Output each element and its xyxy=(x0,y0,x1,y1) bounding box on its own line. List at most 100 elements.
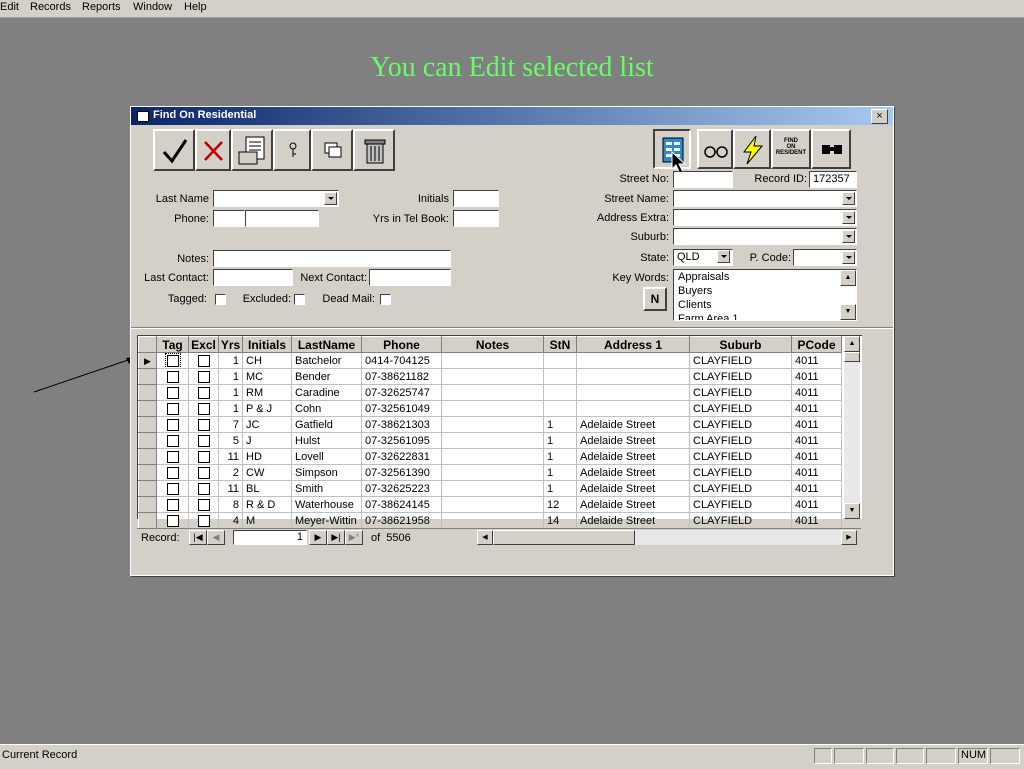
scroll-down-icon[interactable]: ▼ xyxy=(840,304,856,320)
cell-phone[interactable]: 07-38621958 xyxy=(361,512,442,529)
cell-suburb[interactable]: CLAYFIELD xyxy=(689,512,792,529)
pcode-field[interactable] xyxy=(793,249,857,266)
row-selector[interactable] xyxy=(138,464,157,481)
cell-stn[interactable]: 12 xyxy=(543,496,577,513)
cell-initials[interactable]: M xyxy=(242,512,292,529)
column-header-lastname[interactable]: LastName xyxy=(291,336,362,353)
scroll-up-icon[interactable]: ▲ xyxy=(840,270,856,286)
key-words-list[interactable]: Appraisals Buyers Clients Farm Area 1 ▲ … xyxy=(673,269,857,321)
cell-initials[interactable]: J xyxy=(242,432,292,449)
cell-excl[interactable] xyxy=(188,512,219,529)
cell-pcode[interactable]: 4011 xyxy=(791,512,842,529)
column-header-excl[interactable]: Excl xyxy=(188,336,219,353)
cell-phone[interactable]: 07-32622831 xyxy=(361,448,442,465)
tag-checkbox[interactable] xyxy=(166,466,179,479)
tag-checkbox[interactable] xyxy=(166,402,179,415)
street-name-field[interactable] xyxy=(673,190,857,207)
column-header-yrs[interactable]: Yrs xyxy=(218,336,243,353)
row-selector[interactable] xyxy=(138,368,157,385)
cell-tag[interactable] xyxy=(156,464,189,481)
cell-initials[interactable]: R & D xyxy=(242,496,292,513)
cell-notes[interactable] xyxy=(441,416,544,433)
column-header-notes[interactable]: Notes xyxy=(441,336,544,353)
chevron-down-icon[interactable] xyxy=(842,251,855,264)
scroll-thumb[interactable] xyxy=(844,352,860,362)
phone-area-field[interactable] xyxy=(213,210,245,227)
cell-initials[interactable]: RM xyxy=(242,384,292,401)
cell-stn[interactable]: 1 xyxy=(543,416,577,433)
row-selector[interactable] xyxy=(138,480,157,497)
yrs-in-tel-book-field[interactable] xyxy=(453,210,499,227)
cell-notes[interactable] xyxy=(441,432,544,449)
cell-pcode[interactable]: 4011 xyxy=(791,368,842,385)
copy-button[interactable] xyxy=(311,129,353,171)
cell-phone[interactable]: 07-32561049 xyxy=(361,400,442,417)
cell-excl[interactable] xyxy=(188,464,219,481)
cell-yrs[interactable]: 1 xyxy=(218,384,243,401)
cell-notes[interactable] xyxy=(441,464,544,481)
cell-pcode[interactable]: 4011 xyxy=(791,416,842,433)
cell-pcode[interactable]: 4011 xyxy=(791,384,842,401)
excl-checkbox[interactable] xyxy=(197,498,210,511)
cell-suburb[interactable]: CLAYFIELD xyxy=(689,384,792,401)
tag-checkbox[interactable] xyxy=(166,514,179,527)
chevron-down-icon[interactable] xyxy=(842,211,855,224)
next-contact-field[interactable] xyxy=(369,269,451,286)
row-selector[interactable] xyxy=(138,416,157,433)
cell-excl[interactable] xyxy=(188,448,219,465)
cell-lastname[interactable]: Simpson xyxy=(291,464,362,481)
table-row[interactable]: 4 M Meyer-Wittin 07-38621958 14 Adelaide Stre… xyxy=(138,512,842,529)
cell-notes[interactable] xyxy=(441,512,544,529)
cell-tag[interactable] xyxy=(156,368,189,385)
column-header-stn[interactable]: StN xyxy=(543,336,577,353)
tag-checkbox[interactable] xyxy=(166,482,179,495)
menu-window[interactable]: Window xyxy=(133,1,172,13)
row-selector[interactable] xyxy=(138,384,157,401)
cell-tag[interactable] xyxy=(156,496,189,513)
cell-excl[interactable] xyxy=(188,368,219,385)
cell-pcode[interactable]: 4011 xyxy=(791,464,842,481)
last-record-icon[interactable]: ▶| xyxy=(327,530,345,545)
cell-excl[interactable] xyxy=(188,400,219,417)
cell-yrs[interactable]: 11 xyxy=(218,480,243,497)
record-id-field[interactable]: 172357 xyxy=(809,171,857,188)
cell-tag[interactable] xyxy=(156,416,189,433)
cell-initials[interactable]: CW xyxy=(242,464,292,481)
menu-edit[interactable]: Edit xyxy=(0,1,19,13)
first-record-icon[interactable]: |◀ xyxy=(189,530,207,545)
cell-phone[interactable]: 07-32625747 xyxy=(361,384,442,401)
help-button[interactable] xyxy=(273,129,311,171)
cell-address-1[interactable]: Adelaide Street xyxy=(576,432,690,449)
list-item[interactable]: Appraisals xyxy=(674,270,856,284)
cell-address-1[interactable]: Adelaide Street xyxy=(576,448,690,465)
excl-checkbox[interactable] xyxy=(197,418,210,431)
row-selector[interactable] xyxy=(138,448,157,465)
cell-notes[interactable] xyxy=(441,496,544,513)
cell-yrs[interactable]: 5 xyxy=(218,432,243,449)
cell-initials[interactable]: BL xyxy=(242,480,292,497)
cell-stn[interactable] xyxy=(543,352,577,369)
cell-suburb[interactable]: CLAYFIELD xyxy=(689,416,792,433)
grid-vertical-scrollbar[interactable]: ▲ ▼ xyxy=(844,336,860,519)
cell-notes[interactable] xyxy=(441,400,544,417)
row-selector[interactable] xyxy=(138,496,157,513)
list-item[interactable]: Clients xyxy=(674,298,856,312)
cell-tag[interactable] xyxy=(156,512,189,529)
cell-tag[interactable] xyxy=(156,352,189,369)
cell-lastname[interactable]: Waterhouse xyxy=(291,496,362,513)
phone-number-field[interactable] xyxy=(245,210,319,227)
cell-initials[interactable]: JC xyxy=(242,416,292,433)
excluded-checkbox[interactable] xyxy=(294,294,305,305)
cell-tag[interactable] xyxy=(156,448,189,465)
cell-lastname[interactable]: Meyer-Wittin xyxy=(291,512,362,529)
cell-suburb[interactable]: CLAYFIELD xyxy=(689,448,792,465)
glasses-button[interactable] xyxy=(697,129,733,169)
table-row[interactable]: 5 J Hulst 07-32561095 1 Adelaide Street CLAYFI… xyxy=(138,432,842,449)
excl-checkbox[interactable] xyxy=(197,466,210,479)
cell-lastname[interactable]: Lovell xyxy=(291,448,362,465)
cell-lastname[interactable]: Gatfield xyxy=(291,416,362,433)
cell-notes[interactable] xyxy=(441,384,544,401)
tag-checkbox[interactable] xyxy=(164,353,181,368)
cell-lastname[interactable]: Hulst xyxy=(291,432,362,449)
state-dropdown-chevron-icon[interactable] xyxy=(717,250,730,263)
